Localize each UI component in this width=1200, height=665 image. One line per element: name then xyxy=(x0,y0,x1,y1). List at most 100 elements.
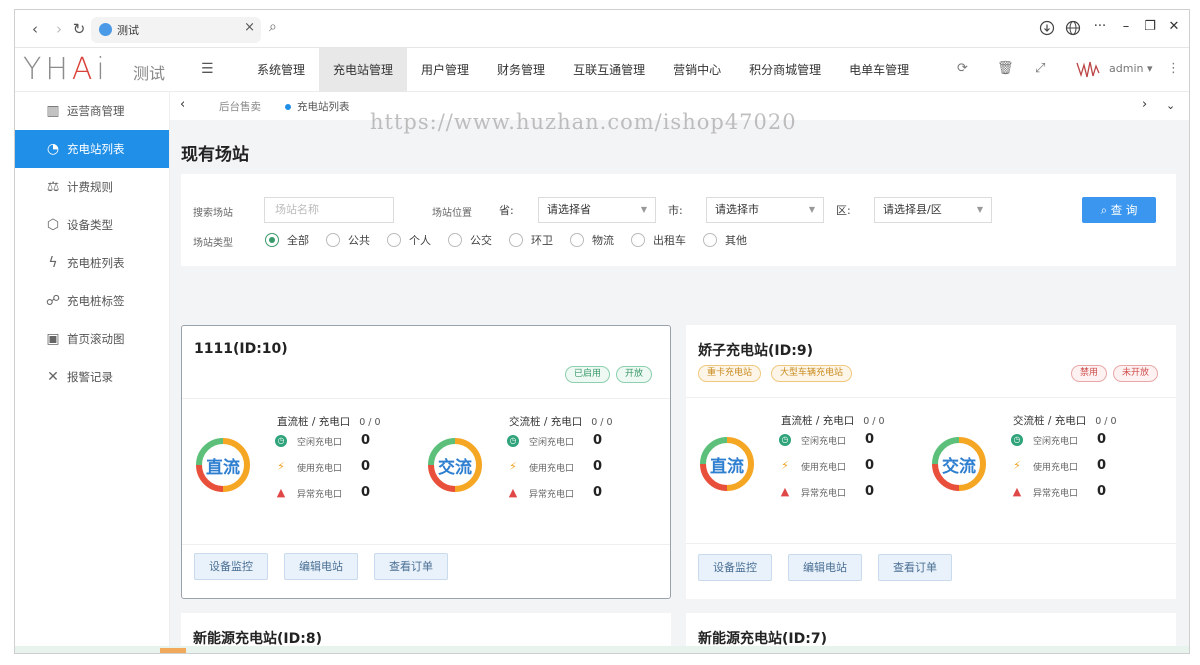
user-name[interactable]: admin ▾ xyxy=(1109,62,1153,75)
top-nav-item[interactable]: 营销中心 xyxy=(659,48,735,92)
in_use-value: 0 xyxy=(1097,458,1107,473)
district-select[interactable]: 请选择县/区 ▼ xyxy=(874,197,992,223)
filter-panel: 搜索场站 场站名称 场站位置 省: 请选择省 ▼ 市: 请选择市 ▼ 区: 请选择县… xyxy=(181,174,1176,266)
bell-off-icon: ✕ xyxy=(47,369,59,385)
station-name-input[interactable]: 场站名称 xyxy=(264,197,394,223)
query-button[interactable]: ⌕ 查 询 xyxy=(1082,197,1156,223)
radio-circle xyxy=(265,233,279,247)
in_use-label: 使用充电口 xyxy=(297,464,343,474)
idle-label: 空闲充电口 xyxy=(297,438,343,448)
chevron-right-icon[interactable]: › xyxy=(1142,97,1147,112)
sidebar-item[interactable]: ⚖ 计费规则 xyxy=(15,168,169,206)
station-type-radio[interactable]: 公交 xyxy=(448,232,492,248)
type-tag: 大型车辆充电站 xyxy=(771,365,853,382)
top-nav-item[interactable]: 积分商城管理 xyxy=(735,48,835,92)
breadcrumb-item-current[interactable]: 充电站列表 xyxy=(285,99,350,114)
fullscreen-icon[interactable]: ⤢ xyxy=(1035,61,1045,76)
dc-heading-text: 直流桩 / 充电口 xyxy=(781,415,855,427)
browser-tab[interactable]: 测试 × xyxy=(91,17,261,43)
status-badge: 开放 xyxy=(615,366,652,383)
logo-text: 测试 xyxy=(133,64,166,83)
chevron-down-icon[interactable]: ⌄ xyxy=(1166,99,1175,112)
reload-icon[interactable]: ↻ xyxy=(69,19,89,39)
sidebar-item-label: 充电桩列表 xyxy=(67,256,125,270)
sidebar-item[interactable]: ✕ 报警记录 xyxy=(15,358,169,396)
globe-icon[interactable] xyxy=(1065,20,1083,36)
station-name: 娇子充电站(ID:9) xyxy=(698,343,813,359)
radio-label: 公共 xyxy=(348,234,370,247)
minimize-icon[interactable]: – xyxy=(1117,19,1135,34)
station-type-radio[interactable]: 物流 xyxy=(570,232,614,248)
station-card[interactable]: 1111(ID:10) 已启用 开放 直流 直流桩 / 充电口 0 / 0 ◷ 空闲充电口 0 ⚡… xyxy=(181,325,671,599)
abnormal-label: 异常充电口 xyxy=(1033,489,1079,499)
sidebar-item[interactable]: ◔ 充电站列表 xyxy=(15,130,169,168)
city-label: 市: xyxy=(668,204,683,217)
city-select[interactable]: 请选择市 ▼ xyxy=(706,197,824,223)
sidebar-item-label: 报警记录 xyxy=(67,370,113,384)
top-nav-item[interactable]: 用户管理 xyxy=(407,48,483,92)
station-type-radio[interactable]: 出租车 xyxy=(631,232,686,248)
station-type-radios: 全部 公共 个人 公交 环卫 物流 出租车 其他 xyxy=(265,232,764,248)
refresh-icon[interactable]: ⟳ xyxy=(957,61,968,76)
window-close-icon[interactable]: ✕ xyxy=(1165,19,1183,34)
idle-label: 空闲充电口 xyxy=(801,437,847,447)
top-nav-item[interactable]: 系统管理 xyxy=(243,48,319,92)
sidebar-item[interactable]: ⬡ 设备类型 xyxy=(15,206,169,244)
search-icon[interactable]: ⌕ xyxy=(269,19,277,35)
breadcrumb-item[interactable]: 后台售卖 xyxy=(219,99,261,114)
edit-station-button[interactable]: 编辑电站 xyxy=(284,553,358,580)
main-content: ‹ 后台售卖 充电站列表 › ⌄ https://www.huzhan.com/… xyxy=(170,92,1189,653)
in_use-label: 使用充电口 xyxy=(1033,463,1079,473)
ac-ring-label: 交流 xyxy=(438,458,472,478)
device-monitor-button[interactable]: 设备监控 xyxy=(194,553,268,580)
location-label: 场站位置 xyxy=(432,208,472,219)
browser-toolbar: ‹ › ↻ 测试 × ⌕ ··· – ❐ ✕ xyxy=(15,10,1189,48)
ac-count: 0 / 0 xyxy=(1095,416,1117,427)
caret-down-icon: ▼ xyxy=(976,205,983,214)
station-status-tags: 已启用 开放 xyxy=(559,366,652,383)
more-icon[interactable]: ··· xyxy=(1091,19,1109,34)
station-type-radio[interactable]: 个人 xyxy=(387,232,431,248)
restore-icon[interactable]: ❐ xyxy=(1141,19,1159,34)
sidebar-item[interactable]: ☍ 充电桩标签 xyxy=(15,282,169,320)
type-tag: 重卡充电站 xyxy=(698,365,762,382)
province-select[interactable]: 请选择省 ▼ xyxy=(538,197,656,223)
station-type-radio[interactable]: 其他 xyxy=(703,232,747,248)
view-orders-button[interactable]: 查看订单 xyxy=(878,554,952,581)
forward-icon[interactable]: › xyxy=(49,19,69,39)
clock-icon: ◷ xyxy=(507,435,519,447)
top-nav-item[interactable]: 财务管理 xyxy=(483,48,559,92)
back-icon[interactable]: ‹ xyxy=(25,19,45,39)
idle-label: 空闲充电口 xyxy=(1033,437,1079,447)
sidebar-item[interactable]: ϟ 充电桩列表 xyxy=(15,244,169,282)
sidebar-item[interactable]: ▥ 运营商管理 xyxy=(15,92,169,130)
menu-toggle-icon[interactable]: ☰ xyxy=(201,61,214,77)
top-nav-item[interactable]: 电单车管理 xyxy=(835,48,923,92)
clock-icon: ◷ xyxy=(779,434,791,446)
close-icon[interactable]: × xyxy=(244,20,255,35)
bottom-scrollbar[interactable] xyxy=(15,646,1189,653)
ac-ring-label: 交流 xyxy=(942,457,976,477)
station-type-radio[interactable]: 全部 xyxy=(265,232,309,248)
top-nav-item[interactable]: 充电站管理 xyxy=(319,48,408,92)
kebab-icon[interactable]: ⋮ xyxy=(1167,61,1180,76)
station-card[interactable]: 娇子充电站(ID:9) 重卡充电站 大型车辆充电站 禁用 未开放 直流 直流桩 / 充电口 0… xyxy=(686,325,1176,599)
device-monitor-button[interactable]: 设备监控 xyxy=(698,554,772,581)
view-orders-button[interactable]: 查看订单 xyxy=(374,553,448,580)
top-nav-item[interactable]: 互联互通管理 xyxy=(559,48,659,92)
watermark: https://www.huzhan.com/ishop47020 xyxy=(370,110,797,134)
chevron-left-icon[interactable]: ‹ xyxy=(180,97,185,112)
station-status-tags: 禁用 未开放 xyxy=(1065,365,1158,382)
radio-label: 个人 xyxy=(409,234,431,247)
edit-station-button[interactable]: 编辑电站 xyxy=(788,554,862,581)
station-type-radio[interactable]: 公共 xyxy=(326,232,370,248)
radio-circle xyxy=(326,233,340,247)
download-icon[interactable] xyxy=(1039,20,1057,36)
trash-icon[interactable]: 🗑 xyxy=(997,61,1014,76)
station-type-radio[interactable]: 环卫 xyxy=(509,232,553,248)
sidebar-item[interactable]: ▣ 首页滚动图 xyxy=(15,320,169,358)
ac-heading: 交流桩 / 充电口 0 / 0 xyxy=(509,414,613,429)
in_use-label: 使用充电口 xyxy=(801,463,847,473)
caret-down-icon: ▼ xyxy=(808,205,815,214)
avatar[interactable] xyxy=(1075,57,1101,83)
